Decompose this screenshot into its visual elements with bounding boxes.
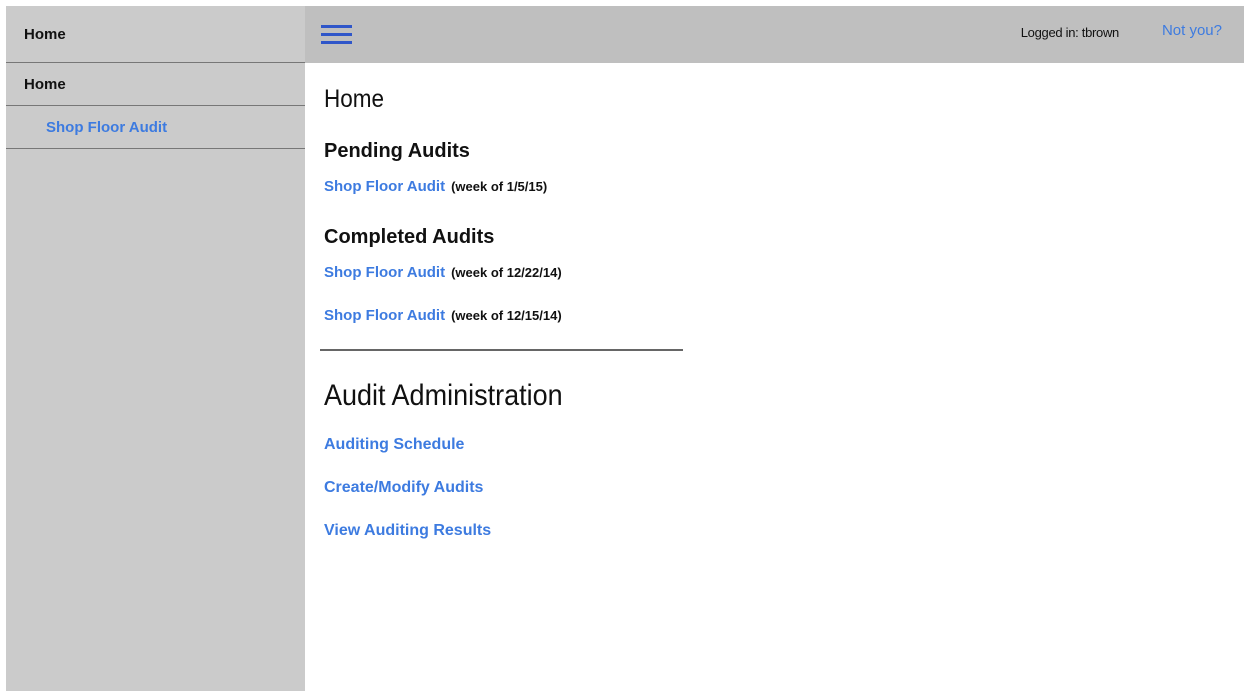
completed-audits-heading: Completed Audits bbox=[324, 226, 495, 248]
not-you-link[interactable]: Not you? bbox=[1162, 22, 1222, 39]
sidebar-header: Home bbox=[6, 6, 305, 63]
page-title: Home bbox=[324, 85, 385, 113]
auditing-schedule-link[interactable]: Auditing Schedule bbox=[324, 436, 464, 454]
create-modify-audits-link[interactable]: Create/Modify Audits bbox=[324, 479, 483, 497]
section-divider bbox=[320, 349, 683, 351]
logged-in-status: Logged in: tbrown bbox=[1020, 25, 1120, 40]
audit-week-label: (week of 12/22/14) bbox=[451, 265, 562, 280]
completed-audit-row: Shop Floor Audit (week of 12/15/14) bbox=[324, 307, 562, 325]
top-bar: Logged in: tbrown Not you? bbox=[305, 6, 1244, 63]
audit-week-label: (week of 1/5/15) bbox=[451, 179, 548, 194]
pending-audits-heading: Pending Audits bbox=[324, 140, 470, 162]
sidebar-item-shop-floor-audit[interactable]: Shop Floor Audit bbox=[6, 106, 305, 149]
pending-audit-link[interactable]: Shop Floor Audit bbox=[324, 178, 445, 195]
view-auditing-results-link[interactable]: View Auditing Results bbox=[324, 522, 491, 540]
pending-audit-row: Shop Floor Audit (week of 1/5/15) bbox=[324, 178, 547, 196]
sidebar: Home Home Shop Floor Audit bbox=[6, 6, 305, 691]
completed-audit-row: Shop Floor Audit (week of 12/22/14) bbox=[324, 264, 562, 282]
sidebar-item-home[interactable]: Home bbox=[6, 63, 305, 106]
audit-week-label: (week of 12/15/14) bbox=[451, 308, 562, 323]
hamburger-menu-icon[interactable] bbox=[321, 25, 352, 45]
completed-audit-link[interactable]: Shop Floor Audit bbox=[324, 307, 445, 324]
completed-audit-link[interactable]: Shop Floor Audit bbox=[324, 264, 445, 281]
audit-administration-heading: Audit Administration bbox=[324, 379, 563, 412]
